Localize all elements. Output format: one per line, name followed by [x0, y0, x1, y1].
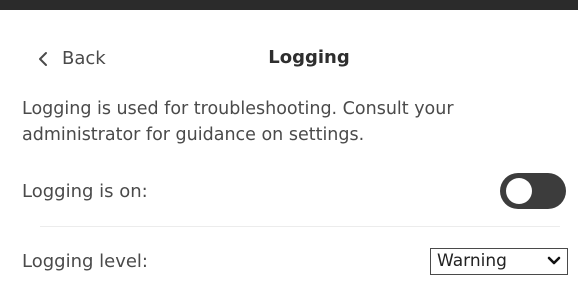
divider — [40, 226, 560, 227]
logging-toggle[interactable] — [500, 173, 566, 209]
logging-level-select[interactable]: Warning — [430, 247, 568, 275]
logging-level-value: Warning — [437, 251, 507, 271]
page-title: Logging — [268, 47, 350, 68]
description-text: Logging is used for troubleshooting. Con… — [22, 99, 454, 145]
logging-level-label: Logging level: — [22, 250, 148, 272]
logging-level-row: Logging level: Warning — [22, 241, 570, 281]
top-bar — [0, 0, 578, 10]
logging-on-label: Logging is on: — [22, 180, 148, 202]
logging-on-row: Logging is on: — [22, 170, 570, 212]
chevron-down-icon — [547, 254, 561, 268]
header: Back Logging — [0, 40, 578, 80]
toggle-knob — [506, 178, 532, 204]
